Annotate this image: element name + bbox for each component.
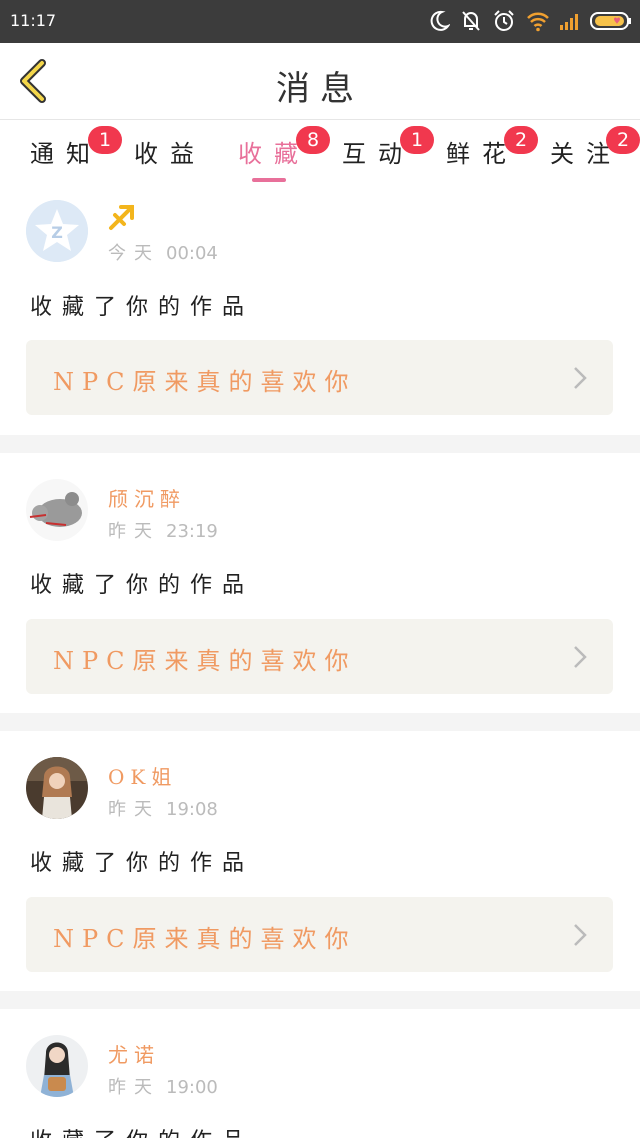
tab-earnings[interactable]: 收益	[134, 134, 224, 174]
tab-interactions[interactable]: 互动 1	[342, 126, 434, 174]
unread-badge: 1	[88, 126, 122, 154]
avatar[interactable]	[26, 479, 88, 541]
page-title: 消息	[276, 69, 364, 109]
work-link[interactable]: NPC原来真的喜欢你	[26, 340, 613, 415]
chevron-right-icon	[574, 924, 587, 946]
message-action: 收藏了你的作品	[30, 573, 255, 598]
unread-badge: 2	[606, 126, 640, 154]
user-photo-icon	[26, 1035, 88, 1097]
sagittarius-icon	[109, 205, 134, 230]
tab-label: 收益	[134, 140, 206, 168]
message-action: 收藏了你的作品	[30, 1123, 254, 1138]
tab-follows[interactable]: 关注 2	[550, 126, 640, 174]
status-time: 11:17	[10, 11, 57, 30]
rat-avatar-icon	[26, 479, 88, 541]
chevron-right-icon	[574, 646, 587, 668]
avatar[interactable]: Z	[26, 200, 88, 262]
list-item: OK姐 昨天 19:08 收藏了你的作品 NPC原来真的喜欢你	[0, 731, 640, 991]
message-time: 昨天 23:19	[108, 521, 218, 542]
divider	[0, 713, 640, 731]
app-header: 消息	[0, 43, 640, 120]
moon-icon	[430, 10, 450, 31]
tab-favorites[interactable]: 收藏 8	[238, 126, 330, 182]
alarm-icon	[494, 10, 514, 31]
qzone-star-icon: Z	[26, 200, 88, 262]
user-photo-icon	[26, 757, 88, 819]
user-name[interactable]: OK姐	[108, 761, 177, 790]
chevron-right-icon	[574, 367, 587, 389]
user-name[interactable]: 尤诺	[108, 1039, 160, 1068]
work-link[interactable]: NPC原来真的喜欢你	[26, 619, 613, 694]
message-tabs: 通知 1 收益 收藏 8 互动 1 鲜花 2 关注 2	[0, 120, 640, 185]
message-time: 昨天 19:00	[108, 1077, 218, 1098]
list-item: 尤诺 昨天19:00 收藏了你的作品	[0, 1009, 640, 1138]
avatar[interactable]	[26, 1035, 88, 1097]
unread-badge: 8	[296, 126, 330, 154]
tab-flowers[interactable]: 鲜花 2	[446, 126, 538, 174]
status-bar: 11:17	[0, 0, 640, 43]
svg-text:Z: Z	[51, 223, 63, 242]
message-time: 今天 00:04	[108, 243, 218, 264]
work-title: NPC原来真的喜欢你	[53, 647, 357, 675]
unread-badge: 1	[400, 126, 434, 154]
unread-badge: 2	[504, 126, 538, 154]
divider	[0, 991, 640, 1009]
tab-notifications[interactable]: 通知 1	[30, 126, 122, 174]
list-item: 颀沉醉 昨天 23:19 收藏了你的作品 NPC原来真的喜欢你	[0, 453, 640, 713]
active-tab-indicator	[252, 178, 286, 182]
message-time: 昨天 19:08	[108, 799, 218, 820]
divider	[0, 435, 640, 453]
signal-icon	[560, 14, 578, 30]
work-title: NPC原来真的喜欢你	[53, 368, 357, 396]
work-link[interactable]: NPC原来真的喜欢你	[26, 897, 613, 972]
wifi-icon	[527, 12, 549, 32]
work-title: NPC原来真的喜欢你	[53, 925, 357, 953]
message-action: 收藏了你的作品	[30, 851, 255, 876]
avatar[interactable]	[26, 757, 88, 819]
user-name[interactable]: 颀沉醉	[108, 483, 186, 512]
list-item: Z 今天 00:04 收藏了你的作品 NPC原来真的喜欢你	[0, 185, 640, 435]
bell-muted-icon	[462, 11, 480, 31]
battery-icon	[590, 12, 631, 30]
message-action: 收藏了你的作品	[30, 295, 255, 320]
